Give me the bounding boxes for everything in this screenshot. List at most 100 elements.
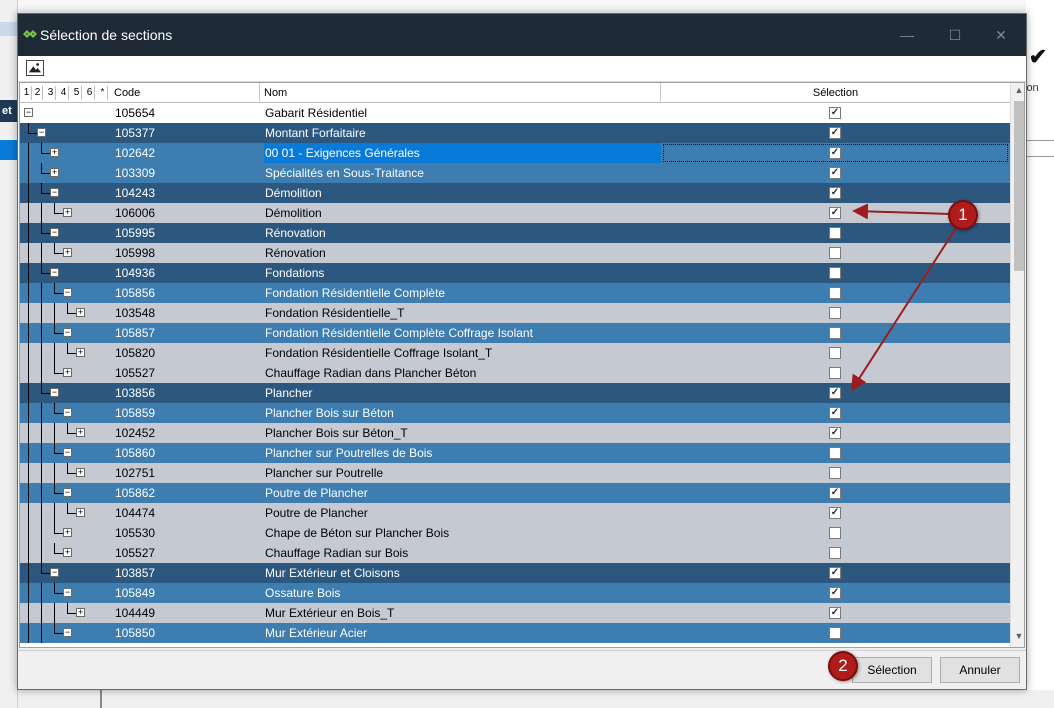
- table-row[interactable]: − 103857 Mur Extérieur et Cloisons ✓: [20, 563, 1010, 583]
- minus-box-icon[interactable]: −: [50, 188, 59, 197]
- table-row[interactable]: − 105856 Fondation Résidentielle Complète: [20, 283, 1010, 303]
- table-row[interactable]: +105527 Chauffage Radian sur Bois: [20, 543, 1010, 563]
- selection-checkbox[interactable]: [829, 287, 841, 299]
- minus-box-icon[interactable]: −: [63, 588, 72, 597]
- table-row[interactable]: +102751 Plancher sur Poutrelle: [20, 463, 1010, 483]
- table-row[interactable]: − 105654 Gabarit Résidentiel ✓: [20, 103, 1010, 123]
- minus-box-icon[interactable]: −: [63, 288, 72, 297]
- level-5-button[interactable]: 5: [72, 86, 82, 100]
- vertical-scrollbar[interactable]: ▲ ▼: [1010, 83, 1024, 647]
- plus-box-icon[interactable]: +: [63, 548, 72, 557]
- table-row[interactable]: +103548 Fondation Résidentielle_T: [20, 303, 1010, 323]
- plus-box-icon[interactable]: +: [76, 348, 85, 357]
- table-row[interactable]: − 103856 Plancher ✓: [20, 383, 1010, 403]
- level-1-button[interactable]: 1: [22, 86, 32, 100]
- table-row[interactable]: − 105377 Montant Forfaitaire ✓: [20, 123, 1010, 143]
- table-row[interactable]: − 105862 Poutre de Plancher ✓: [20, 483, 1010, 503]
- selection-checkbox[interactable]: ✓: [829, 127, 841, 139]
- selection-checkbox[interactable]: ✓: [829, 387, 841, 399]
- level-6-button[interactable]: 6: [85, 86, 95, 100]
- selection-checkbox[interactable]: ✓: [829, 427, 841, 439]
- table-row[interactable]: +106006 Démolition ✓: [20, 203, 1010, 223]
- maximize-button[interactable]: ☐: [942, 24, 968, 46]
- selection-checkbox[interactable]: [829, 367, 841, 379]
- selection-checkbox[interactable]: [829, 547, 841, 559]
- plus-box-icon[interactable]: +: [63, 208, 72, 217]
- plus-box-icon[interactable]: +: [63, 528, 72, 537]
- selection-checkbox[interactable]: [829, 347, 841, 359]
- table-row[interactable]: +105530 Chape de Béton sur Plancher Bois: [20, 523, 1010, 543]
- table-row[interactable]: +104474 Poutre de Plancher ✓: [20, 503, 1010, 523]
- selection-checkbox[interactable]: ✓: [829, 207, 841, 219]
- minus-box-icon[interactable]: −: [63, 448, 72, 457]
- table-row[interactable]: − 105850 Mur Extérieur Acier: [20, 623, 1010, 643]
- table-row[interactable]: +104449 Mur Extérieur en Bois_T ✓: [20, 603, 1010, 623]
- plus-box-icon[interactable]: +: [50, 168, 59, 177]
- table-row[interactable]: +102642 00 01 - Exigences Générales ✓: [20, 143, 1010, 163]
- column-header-selection[interactable]: Sélection: [661, 83, 1010, 103]
- selection-checkbox[interactable]: [829, 527, 841, 539]
- plus-box-icon[interactable]: +: [76, 468, 85, 477]
- level-4-button[interactable]: 4: [59, 86, 69, 100]
- table-row[interactable]: +105820 Fondation Résidentielle Coffrage …: [20, 343, 1010, 363]
- level-all-button[interactable]: *: [98, 86, 108, 100]
- selection-checkbox[interactable]: [829, 267, 841, 279]
- minus-box-icon[interactable]: −: [50, 268, 59, 277]
- cancel-button[interactable]: Annuler: [940, 657, 1020, 683]
- selection-checkbox[interactable]: [829, 307, 841, 319]
- selection-checkbox[interactable]: ✓: [829, 567, 841, 579]
- column-header-code[interactable]: Code: [110, 83, 260, 103]
- image-icon[interactable]: [26, 60, 44, 76]
- selection-checkbox[interactable]: ✓: [829, 507, 841, 519]
- minus-box-icon[interactable]: −: [63, 628, 72, 637]
- plus-box-icon[interactable]: +: [76, 428, 85, 437]
- minus-box-icon[interactable]: −: [24, 108, 33, 117]
- minus-box-icon[interactable]: −: [63, 328, 72, 337]
- checkmark-icon[interactable]: ✔: [1026, 44, 1050, 70]
- plus-box-icon[interactable]: +: [63, 248, 72, 257]
- close-button[interactable]: ✕: [988, 24, 1014, 46]
- selection-checkbox[interactable]: ✓: [829, 187, 841, 199]
- table-row[interactable]: − 105859 Plancher Bois sur Béton ✓: [20, 403, 1010, 423]
- selection-checkbox[interactable]: ✓: [829, 487, 841, 499]
- minus-box-icon[interactable]: −: [63, 408, 72, 417]
- table-row[interactable]: − 105849 Ossature Bois ✓: [20, 583, 1010, 603]
- table-row[interactable]: +105527 Chauffage Radian dans Plancher Bé…: [20, 363, 1010, 383]
- selection-checkbox[interactable]: [829, 227, 841, 239]
- select-button[interactable]: Sélection: [852, 657, 932, 683]
- plus-box-icon[interactable]: +: [76, 308, 85, 317]
- selection-checkbox[interactable]: ✓: [829, 407, 841, 419]
- level-3-button[interactable]: 3: [46, 86, 56, 100]
- table-row[interactable]: − 104243 Démolition ✓: [20, 183, 1010, 203]
- plus-box-icon[interactable]: +: [50, 148, 59, 157]
- table-row[interactable]: +103309 Spécialités en Sous-Traitance ✓: [20, 163, 1010, 183]
- table-row[interactable]: − 104936 Fondations: [20, 263, 1010, 283]
- selection-checkbox[interactable]: ✓: [829, 607, 841, 619]
- selection-checkbox[interactable]: [829, 467, 841, 479]
- selection-checkbox[interactable]: ✓: [829, 107, 841, 119]
- plus-box-icon[interactable]: +: [76, 508, 85, 517]
- selection-checkbox[interactable]: ✓: [829, 587, 841, 599]
- minus-box-icon[interactable]: −: [63, 488, 72, 497]
- minus-box-icon[interactable]: −: [50, 228, 59, 237]
- selection-checkbox[interactable]: [829, 447, 841, 459]
- minus-box-icon[interactable]: −: [50, 388, 59, 397]
- plus-box-icon[interactable]: +: [63, 368, 72, 377]
- table-row[interactable]: − 105857 Fondation Résidentielle Complète …: [20, 323, 1010, 343]
- plus-box-icon[interactable]: +: [76, 608, 85, 617]
- minus-box-icon[interactable]: −: [37, 128, 46, 137]
- selection-checkbox[interactable]: [829, 627, 841, 639]
- selection-checkbox[interactable]: ✓: [829, 147, 841, 159]
- selection-checkbox[interactable]: [829, 327, 841, 339]
- table-row[interactable]: − 105860 Plancher sur Poutrelles de Bois: [20, 443, 1010, 463]
- selection-checkbox[interactable]: [829, 247, 841, 259]
- selection-checkbox[interactable]: ✓: [829, 167, 841, 179]
- scroll-up-icon[interactable]: ▲: [1013, 85, 1024, 99]
- column-header-nom[interactable]: Nom: [260, 83, 661, 103]
- table-row[interactable]: − 105995 Rénovation: [20, 223, 1010, 243]
- scroll-thumb[interactable]: [1014, 101, 1024, 271]
- minus-box-icon[interactable]: −: [50, 568, 59, 577]
- scroll-down-icon[interactable]: ▼: [1013, 631, 1024, 645]
- level-2-button[interactable]: 2: [33, 86, 43, 100]
- table-row[interactable]: +102452 Plancher Bois sur Béton_T ✓: [20, 423, 1010, 443]
